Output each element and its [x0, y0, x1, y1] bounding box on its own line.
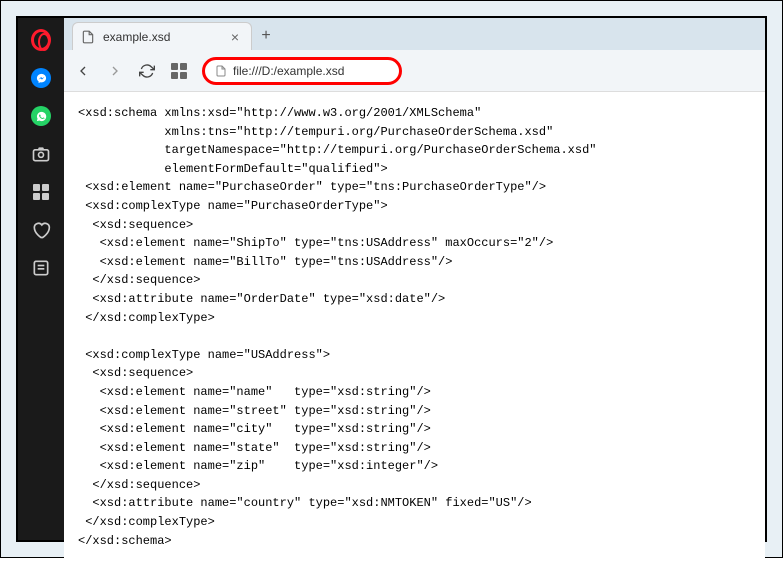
tab-bar: example.xsd × +: [64, 18, 765, 50]
tab-active[interactable]: example.xsd ×: [72, 22, 252, 50]
news-icon[interactable]: [31, 258, 51, 278]
file-icon: [81, 30, 95, 44]
new-tab-button[interactable]: +: [252, 22, 280, 50]
opera-logo-icon[interactable]: [31, 30, 51, 50]
navigation-bar: file:///D:/example.xsd: [64, 50, 765, 92]
reload-button[interactable]: [138, 62, 156, 80]
close-icon[interactable]: ×: [227, 29, 243, 45]
forward-button[interactable]: [106, 62, 124, 80]
speeddial-icon[interactable]: [31, 182, 51, 202]
messenger-icon[interactable]: [31, 68, 51, 88]
address-text: file:///D:/example.xsd: [233, 64, 389, 78]
camera-icon[interactable]: [31, 144, 51, 164]
speeddial-nav-icon[interactable]: [170, 62, 188, 80]
address-bar[interactable]: file:///D:/example.xsd: [202, 57, 402, 85]
whatsapp-icon[interactable]: [31, 106, 51, 126]
tab-title: example.xsd: [103, 30, 219, 44]
page-content: <xsd:schema xmlns:xsd="http://www.w3.org…: [64, 92, 765, 562]
file-icon: [215, 65, 227, 77]
heart-icon[interactable]: [31, 220, 51, 240]
back-button[interactable]: [74, 62, 92, 80]
sidebar: [18, 18, 64, 540]
